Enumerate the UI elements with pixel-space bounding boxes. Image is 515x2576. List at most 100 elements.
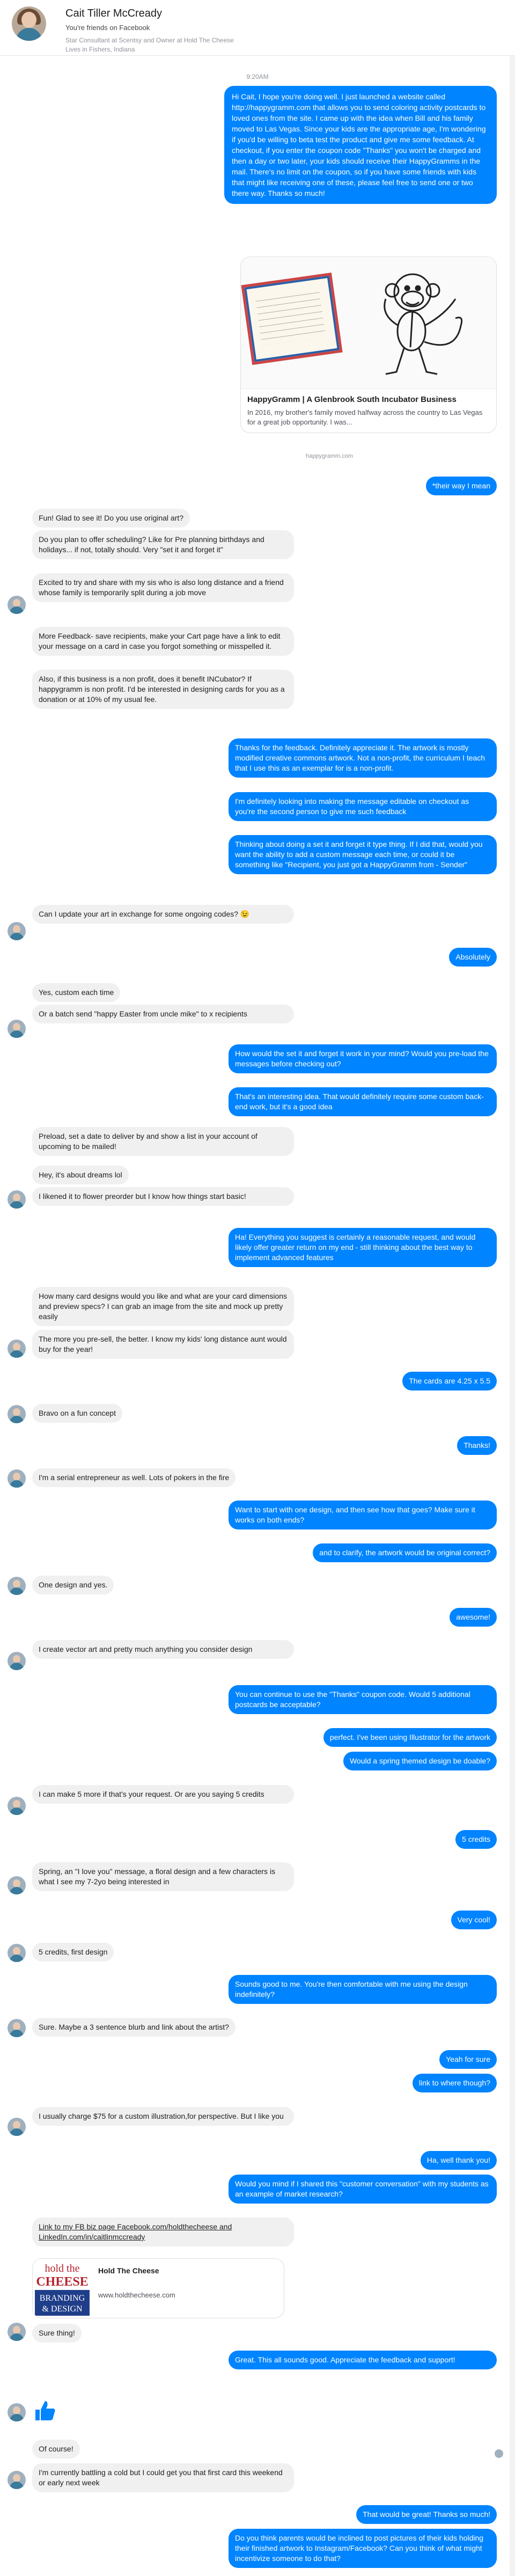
message-incoming[interactable]: I likened it to flower preorder but I kn… bbox=[32, 1187, 294, 1206]
message-outgoing[interactable]: link to where though? bbox=[412, 2074, 497, 2092]
message-text: Thanks! bbox=[464, 1441, 490, 1450]
message-incoming[interactable]: Or a batch send "happy Easter from uncle… bbox=[32, 1005, 294, 1023]
contact-avatar-small[interactable] bbox=[8, 2403, 26, 2421]
contact-avatar-small[interactable] bbox=[8, 2118, 26, 2136]
message-outgoing[interactable]: Ha! Everything you suggest is certainly … bbox=[229, 1228, 497, 1267]
message-incoming[interactable]: Spring, an "I love you" message, a flora… bbox=[32, 1862, 294, 1891]
message-incoming[interactable]: I'm a serial entrepreneur as well. Lots … bbox=[32, 1468, 236, 1487]
message-text: More Feedback- save recipients, make you… bbox=[39, 632, 281, 650]
contact-avatar[interactable] bbox=[12, 6, 46, 41]
message-outgoing[interactable]: How would the set it and forget it work … bbox=[229, 1044, 497, 1073]
link-preview-card[interactable]: HappyGramm | A Glenbrook South Incubator… bbox=[240, 257, 497, 433]
message-text: Sounds good to me. You're then comfortab… bbox=[235, 1980, 468, 1999]
message-outgoing[interactable]: awesome! bbox=[450, 1608, 497, 1627]
message-outgoing[interactable]: Ha, well thank you! bbox=[420, 2151, 497, 2170]
contact-avatar-small[interactable] bbox=[8, 1190, 26, 1209]
message-text: Would you mind if I shared this "custome… bbox=[235, 2179, 489, 2198]
scrollbar[interactable] bbox=[510, 56, 515, 2576]
message-outgoing[interactable]: I'm definitely looking into making the m… bbox=[229, 792, 497, 821]
message-incoming[interactable]: The more you pre-sell, the better. I kno… bbox=[32, 1330, 294, 1359]
message-text: perfect. I've been using Illustrator for… bbox=[329, 1733, 490, 1741]
message-text: Can I update your art in exchange for so… bbox=[39, 910, 250, 918]
message-incoming[interactable]: I can make 5 more if that's your request… bbox=[32, 1785, 294, 1804]
message-outgoing[interactable]: Would you mind if I shared this "custome… bbox=[229, 2175, 497, 2204]
message-text: Ha! Everything you suggest is certainly … bbox=[235, 1233, 476, 1262]
contact-avatar-small[interactable] bbox=[8, 1797, 26, 1815]
conversation-header: Cait Tiller McCready You're friends on F… bbox=[0, 0, 515, 56]
contact-avatar-small[interactable] bbox=[8, 1469, 26, 1488]
contact-location: Lives in Fishers, Indiana bbox=[65, 46, 135, 53]
message-outgoing[interactable]: Hi Cait, I hope you're doing well. I jus… bbox=[224, 86, 497, 204]
message-outgoing[interactable]: Thinking about doing a set it and forget… bbox=[229, 835, 497, 874]
message-outgoing[interactable]: 5 credits bbox=[455, 1830, 497, 1849]
message-outgoing[interactable]: Very cool! bbox=[451, 1911, 497, 1929]
contact-avatar-small[interactable] bbox=[8, 1876, 26, 1894]
contact-avatar-small[interactable] bbox=[8, 1577, 26, 1595]
message-incoming[interactable]: I usually charge $75 for a custom illust… bbox=[32, 2107, 294, 2126]
contact-avatar-small[interactable] bbox=[8, 1405, 26, 1423]
message-text: *their way I mean bbox=[432, 481, 490, 490]
message-incoming[interactable]: Sure thing! bbox=[32, 2324, 82, 2343]
message-incoming[interactable]: Yes, custom each time bbox=[32, 983, 121, 1002]
message-incoming[interactable]: Sure. Maybe a 3 sentence blurb and link … bbox=[32, 2018, 236, 2037]
contact-avatar-small[interactable] bbox=[8, 2471, 26, 2489]
contact-avatar-small[interactable] bbox=[8, 1652, 26, 1670]
message-text: Ha, well thank you! bbox=[426, 2156, 490, 2164]
contact-avatar-small[interactable] bbox=[8, 596, 26, 614]
message-text: I can make 5 more if that's your request… bbox=[39, 1790, 264, 1798]
contact-avatar-small[interactable] bbox=[8, 922, 26, 940]
message-outgoing[interactable]: Thanks! bbox=[457, 1436, 497, 1455]
message-outgoing[interactable]: Yeah for sure bbox=[439, 2050, 497, 2069]
message-text[interactable]: Link to my FB biz page Facebook.com/hold… bbox=[39, 2222, 232, 2241]
message-outgoing[interactable]: Thanks for the feedback. Definitely appr… bbox=[229, 738, 497, 778]
message-text: Hi Cait, I hope you're doing well. I jus… bbox=[232, 92, 486, 197]
message-incoming[interactable]: 5 credits, first design bbox=[32, 1943, 114, 1962]
message-text: Sure. Maybe a 3 sentence blurb and link … bbox=[39, 2023, 229, 2031]
message-incoming[interactable]: Preload, set a date to deliver by and sh… bbox=[32, 1127, 294, 1156]
message-outgoing[interactable]: That would be great! Thanks so much! bbox=[356, 2505, 497, 2524]
message-outgoing[interactable]: Absolutely bbox=[449, 948, 497, 967]
message-outgoing[interactable]: Want to start with one design, and then … bbox=[229, 1501, 497, 1529]
link-preview-url[interactable]: happygramm.com bbox=[306, 453, 353, 459]
logo-line-2: CHEESE bbox=[36, 2275, 88, 2289]
message-incoming[interactable]: Hey, it's about dreams lol bbox=[32, 1166, 129, 1184]
message-incoming[interactable]: Fun! Glad to see it! Do you use original… bbox=[32, 509, 190, 528]
message-incoming[interactable]: I create vector art and pretty much anyt… bbox=[32, 1640, 294, 1659]
message-outgoing[interactable]: Great. This all sounds good. Appreciate … bbox=[229, 2351, 497, 2369]
message-incoming[interactable]: Excited to try and share with my sis who… bbox=[32, 573, 294, 602]
message-incoming[interactable]: Can I update your art in exchange for so… bbox=[32, 905, 294, 924]
message-incoming[interactable]: Also, if this business is a non profit, … bbox=[32, 670, 294, 709]
message-text: link to where though? bbox=[418, 2079, 490, 2087]
business-link-card[interactable]: hold the CHEESE BRANDING & DESIGN Hold T… bbox=[32, 2258, 284, 2318]
contact-avatar-small[interactable] bbox=[8, 1020, 26, 1038]
message-incoming[interactable]: How many card designs would you like and… bbox=[32, 1287, 294, 1326]
message-text: I likened it to flower preorder but I kn… bbox=[39, 1192, 246, 1201]
message-text: Very cool! bbox=[457, 1915, 490, 1924]
message-outgoing[interactable]: Sounds good to me. You're then comfortab… bbox=[229, 1975, 497, 2004]
message-outgoing[interactable]: perfect. I've been using Illustrator for… bbox=[323, 1728, 497, 1747]
message-incoming[interactable]: I'm currently battling a cold but I coul… bbox=[32, 2463, 294, 2492]
message-incoming[interactable]: Bravo on a fun concept bbox=[32, 1404, 122, 1423]
contact-avatar-small[interactable] bbox=[8, 1944, 26, 1962]
message-outgoing[interactable]: You can continue to use the "Thanks" cou… bbox=[229, 1685, 497, 1714]
message-outgoing[interactable]: and to clarify, the artwork would be ori… bbox=[313, 1543, 497, 1562]
message-incoming[interactable]: One design and yes. bbox=[32, 1576, 114, 1594]
contact-avatar-small[interactable] bbox=[8, 1340, 26, 1358]
message-outgoing[interactable]: Would a spring themed design be doable? bbox=[343, 1752, 497, 1770]
contact-name[interactable]: Cait Tiller McCready bbox=[65, 8, 162, 20]
logo-line-3: BRANDING bbox=[40, 2294, 85, 2303]
message-text: Great. This all sounds good. Appreciate … bbox=[235, 2355, 455, 2364]
message-incoming[interactable]: Link to my FB biz page Facebook.com/hold… bbox=[32, 2218, 294, 2246]
message-outgoing[interactable]: The cards are 4.25 x 5.5 bbox=[402, 1372, 497, 1391]
message-incoming[interactable]: Do you plan to offer scheduling? Like fo… bbox=[32, 530, 294, 559]
message-text: Would a spring themed design be doable? bbox=[349, 1757, 490, 1765]
contact-avatar-small[interactable] bbox=[8, 2323, 26, 2341]
contact-avatar-small[interactable] bbox=[8, 2019, 26, 2037]
message-outgoing[interactable]: *their way I mean bbox=[425, 477, 497, 495]
message-text: Thanks for the feedback. Definitely appr… bbox=[235, 743, 485, 772]
message-incoming[interactable]: Of course! bbox=[32, 2440, 80, 2458]
message-text: I usually charge $75 for a custom illust… bbox=[39, 2112, 284, 2120]
message-incoming[interactable]: More Feedback- save recipients, make you… bbox=[32, 627, 294, 656]
message-outgoing[interactable]: Do you think parents would be inclined t… bbox=[229, 2529, 497, 2568]
message-outgoing[interactable]: That's an interesting idea. That would d… bbox=[229, 1087, 497, 1116]
